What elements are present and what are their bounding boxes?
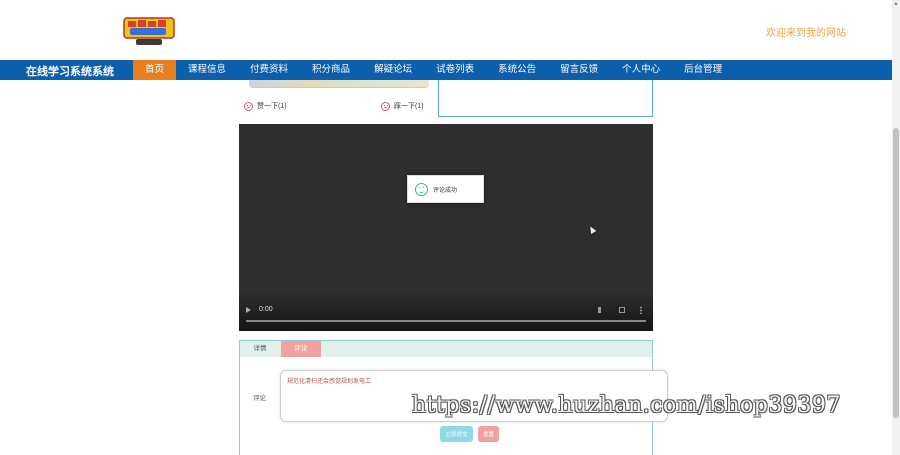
nav-item-exams[interactable]: 试卷列表 [424, 60, 486, 80]
nav-item-home[interactable]: 首页 [133, 60, 177, 80]
like-label: 赞一下(1) [257, 103, 287, 110]
watermark: https://www.huzhan.com/ishop39397 [412, 393, 841, 418]
face-icon [244, 101, 253, 111]
mouse-cursor-icon [587, 224, 597, 235]
course-card: 赞一下(1) 踩一下(1) [239, 80, 432, 117]
volume-icon[interactable] [598, 307, 604, 313]
scroll-up-icon[interactable]: ▲ [893, 0, 899, 8]
main-nav: 在线学习系统系统 首页 课程信息 付费资料 积分商品 解疑论坛 试卷列表 系统公… [0, 60, 892, 80]
nav-item-courses[interactable]: 课程信息 [176, 60, 238, 80]
video-controls-bg [239, 291, 653, 331]
video-time: 0:00 [259, 306, 273, 313]
more-options-icon[interactable] [640, 306, 642, 314]
welcome-text: 欢迎来到我的网站 [766, 28, 846, 39]
smile-icon [415, 182, 428, 196]
tab-comment[interactable]: 评论 [281, 341, 321, 357]
page: 欢迎来到我的网站 在线学习系统系统 首页 课程信息 付费资料 积分商品 解疑论坛… [0, 0, 900, 455]
toast-message: 评论成功 [433, 187, 458, 194]
nav-item-forum[interactable]: 解疑论坛 [362, 60, 424, 80]
header: 欢迎来到我的网站 [0, 0, 892, 60]
face-icon [381, 101, 390, 111]
like-button[interactable]: 赞一下(1) [244, 101, 287, 111]
nav-item-profile[interactable]: 个人中心 [610, 60, 672, 80]
nav-items: 首页 课程信息 付费资料 积分商品 解疑论坛 试卷列表 系统公告 留言反馈 个人… [133, 60, 734, 80]
submit-button[interactable]: 立即提交 [440, 426, 473, 442]
fullscreen-icon[interactable] [619, 307, 625, 313]
tab-detail[interactable]: 详情 [240, 341, 280, 357]
nav-item-announcements[interactable]: 系统公告 [486, 60, 548, 80]
dislike-label: 踩一下(1) [394, 103, 424, 110]
play-icon[interactable] [246, 307, 251, 313]
nav-item-feedback[interactable]: 留言反馈 [548, 60, 610, 80]
dislike-button[interactable]: 踩一下(1) [381, 101, 424, 111]
panel-tabs: 详情 评论 [240, 341, 652, 357]
nav-item-paid-materials[interactable]: 付费资料 [238, 60, 300, 80]
nav-item-admin[interactable]: 后台管理 [672, 60, 734, 80]
success-toast: 评论成功 [407, 175, 484, 203]
site-logo[interactable] [120, 15, 178, 47]
comment-label: 评论 [253, 395, 266, 402]
video-player[interactable]: 0:00 [239, 124, 653, 331]
course-info-box [438, 80, 653, 117]
video-progress-bar[interactable] [246, 320, 646, 322]
course-image [249, 80, 429, 88]
reset-button[interactable]: 重置 [478, 426, 499, 442]
page-scrollbar[interactable]: ▲ [892, 0, 900, 455]
nav-item-points-shop[interactable]: 积分商品 [300, 60, 362, 80]
site-title: 在线学习系统系统 [26, 66, 114, 78]
scroll-thumb[interactable] [893, 128, 899, 418]
